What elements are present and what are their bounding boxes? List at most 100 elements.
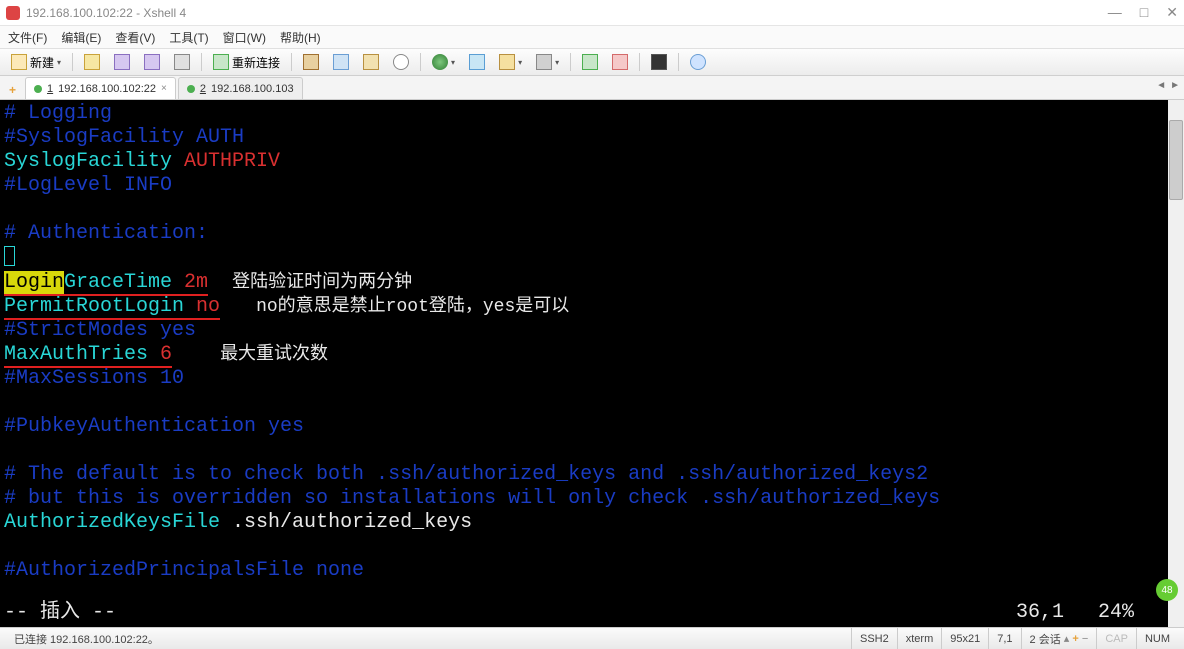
tab-2[interactable]: 2 192.168.100.103: [178, 77, 303, 99]
status-proto: SSH2: [851, 628, 897, 649]
close-button[interactable]: ✕: [1166, 4, 1178, 21]
terminal-button[interactable]: [646, 51, 672, 73]
tile-button[interactable]: [577, 51, 603, 73]
open-button[interactable]: [79, 51, 105, 73]
notification-badge[interactable]: 48: [1156, 579, 1178, 601]
print-icon: [174, 54, 190, 70]
term-line: # but this is overridden so installation…: [4, 487, 1180, 511]
menu-window[interactable]: 窗口(W): [223, 29, 266, 46]
term-line: MaxAuthTries 6 最大重试次数: [4, 343, 1180, 367]
term-line: [4, 535, 1180, 559]
font-button[interactable]: ▾: [531, 51, 564, 73]
maximize-button[interactable]: □: [1140, 4, 1148, 21]
plus-icon: +: [9, 83, 16, 97]
minimize-button[interactable]: —: [1108, 4, 1122, 21]
monitor-button[interactable]: [464, 51, 490, 73]
help-icon: [690, 54, 706, 70]
chevron-down-icon: ▾: [451, 58, 455, 67]
reconnect-icon: [213, 54, 229, 70]
new-label: 新建: [30, 54, 54, 71]
reconnect-button[interactable]: 重新连接: [208, 51, 285, 73]
grid2-icon: [612, 54, 628, 70]
find-icon: [393, 54, 409, 70]
help-button[interactable]: [685, 51, 711, 73]
window-controls: — □ ✕: [1108, 4, 1178, 21]
status-rc: 7,1: [988, 628, 1020, 649]
copy-button[interactable]: [328, 51, 354, 73]
menu-tools[interactable]: 工具(T): [169, 29, 208, 46]
status-size: 95x21: [941, 628, 988, 649]
terminal-icon: [651, 54, 667, 70]
scrollbar[interactable]: [1168, 100, 1184, 627]
plus-icon[interactable]: +: [1072, 633, 1078, 645]
separator: [678, 53, 679, 71]
scrollbar-thumb[interactable]: [1169, 120, 1183, 200]
menu-view[interactable]: 查看(V): [115, 29, 155, 46]
tab-index: 2: [200, 83, 206, 95]
print-button[interactable]: [169, 51, 195, 73]
term-line: [4, 439, 1180, 463]
cut-button[interactable]: [298, 51, 324, 73]
paste-icon: [363, 54, 379, 70]
web-button[interactable]: ▾: [427, 51, 460, 73]
scroll-right-button[interactable]: ►: [1170, 80, 1180, 91]
titlebar: 192.168.100.102:22 - Xshell 4 — □ ✕: [0, 0, 1184, 26]
term-line: AuthorizedKeysFile .ssh/authorized_keys: [4, 511, 1180, 535]
vim-position: 36,1: [924, 601, 1064, 625]
menu-edit[interactable]: 编辑(E): [61, 29, 101, 46]
vim-mode: -- 插入 --: [4, 601, 924, 625]
term-line: #LogLevel INFO: [4, 174, 1180, 198]
menu-file[interactable]: 文件(F): [8, 29, 47, 46]
term-line: # Authentication:: [4, 222, 1180, 246]
status-cap: CAP: [1096, 628, 1136, 649]
font-icon: [536, 54, 552, 70]
term-line: #MaxSessions 10: [4, 367, 1180, 391]
term-line: # The default is to check both .ssh/auth…: [4, 463, 1180, 487]
term-line: #AuthorizedPrincipalsFile none: [4, 559, 1180, 583]
key-icon: [499, 54, 515, 70]
saveas-button[interactable]: [139, 51, 165, 73]
key-button[interactable]: ▾: [494, 51, 527, 73]
globe-icon: [432, 54, 448, 70]
chevron-up-icon[interactable]: ▴: [1064, 632, 1070, 645]
status-dot-icon: [34, 85, 42, 93]
separator: [72, 53, 73, 71]
tab-index: 1: [47, 83, 53, 95]
separator: [291, 53, 292, 71]
status-num: NUM: [1136, 628, 1178, 649]
term-line: #PubkeyAuthentication yes: [4, 415, 1180, 439]
copy-icon: [333, 54, 349, 70]
add-tab-button[interactable]: +: [4, 81, 21, 99]
tab-scroll: ◄ ►: [1156, 80, 1180, 91]
status-dot-icon: [187, 85, 195, 93]
term-line: PermitRootLogin no no的意思是禁止root登陆，yes是可以: [4, 295, 1180, 319]
statusbar: 已连接 192.168.100.102:22。 SSH2 xterm 95x21…: [0, 627, 1184, 649]
term-line: [4, 198, 1180, 222]
menu-help[interactable]: 帮助(H): [280, 29, 321, 46]
separator: [639, 53, 640, 71]
tab-1[interactable]: 1 192.168.100.102:22 ×: [25, 77, 176, 99]
terminal-content: # Logging #SyslogFacility AUTH SyslogFac…: [0, 100, 1184, 585]
cut-icon: [303, 54, 319, 70]
tab-close-button[interactable]: ×: [161, 83, 167, 94]
app-icon: [6, 6, 20, 20]
new-button[interactable]: 新建▾: [6, 51, 66, 73]
vim-percent: 24%: [1064, 601, 1164, 625]
cursor: [4, 246, 15, 266]
new-icon: [11, 54, 27, 70]
terminal[interactable]: # Logging #SyslogFacility AUTH SyslogFac…: [0, 100, 1184, 627]
save-button[interactable]: [109, 51, 135, 73]
paste-button[interactable]: [358, 51, 384, 73]
term-line: SyslogFacility AUTHPRIV: [4, 150, 1180, 174]
separator: [201, 53, 202, 71]
status-term: xterm: [897, 628, 942, 649]
tabbar: + 1 192.168.100.102:22 × 2 192.168.100.1…: [0, 76, 1184, 100]
tile2-button[interactable]: [607, 51, 633, 73]
find-button[interactable]: [388, 51, 414, 73]
status-connected: 已连接 192.168.100.102:22。: [6, 628, 851, 649]
chevron-down-icon: ▾: [57, 58, 61, 67]
tab-label: 192.168.100.103: [211, 83, 294, 95]
minus-icon[interactable]: −: [1082, 633, 1088, 645]
scroll-left-button[interactable]: ◄: [1156, 80, 1166, 91]
vim-statusline: -- 插入 -- 36,1 24%: [4, 601, 1164, 625]
